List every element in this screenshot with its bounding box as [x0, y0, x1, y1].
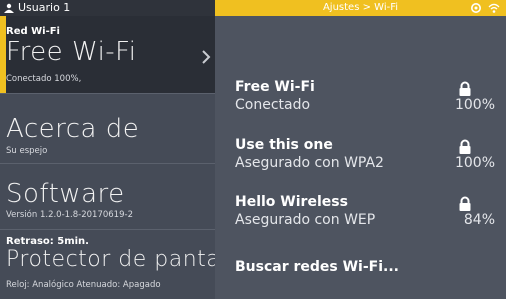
sidebar-item-subtitle: Conectado 100%, — [6, 74, 82, 84]
header-bar: Ajustes > Wi-Fi — [215, 0, 506, 16]
network-status: Asegurado con WEP — [235, 212, 376, 228]
network-name: Free Wi-Fi — [235, 79, 315, 95]
wifi-panel: Ajustes > Wi-Fi Free Wi-Fi Conectado 100… — [215, 0, 506, 299]
network-status: Conectado — [235, 97, 311, 113]
scan-networks-button[interactable]: Buscar redes Wi-Fi... — [235, 259, 399, 275]
sidebar-item-software[interactable]: Software Versión 1.2.0-1.8-20170619-2 — [0, 164, 215, 230]
user-icon — [4, 3, 14, 13]
signal-strength: 100% — [454, 155, 495, 171]
user-name: Usuario 1 — [18, 1, 71, 14]
sidebar-item-screensaver[interactable]: Retraso: 5min. Protector de pantalla Rel… — [0, 230, 247, 299]
sidebar-item-wifi[interactable]: Red Wi-Fi Free Wi-Fi Conectado 100%, — [0, 16, 215, 94]
sidebar-item-subtitle: Su espejo — [6, 146, 48, 156]
sidebar-item-top-label: Retraso: 5min. — [6, 236, 89, 247]
sidebar: Usuario 1 Red Wi-Fi Free Wi-Fi Conectado… — [0, 0, 247, 299]
wifi-icon[interactable] — [488, 2, 500, 14]
signal-strength: 84% — [463, 212, 495, 228]
sidebar-item-top-label: Red Wi-Fi — [6, 26, 60, 37]
network-name: Use this one — [235, 137, 333, 153]
user-bar[interactable]: Usuario 1 — [0, 0, 215, 16]
breadcrumb: Ajustes > Wi-Fi — [322, 2, 399, 13]
network-name: Hello Wireless — [235, 194, 348, 210]
network-status: Asegurado con WPA2 — [235, 155, 384, 171]
lock-icon — [459, 139, 471, 154]
chevron-right-icon — [202, 50, 211, 64]
signal-strength: 100% — [454, 97, 495, 113]
sidebar-item-subtitle: Versión 1.2.0-1.8-20170619-2 — [6, 210, 133, 220]
network-item[interactable]: Use this one Asegurado con WPA2 100% — [235, 137, 495, 177]
lock-icon — [459, 81, 471, 96]
settings-screen: Usuario 1 Red Wi-Fi Free Wi-Fi Conectado… — [0, 0, 506, 299]
sidebar-item-title: Free Wi-Fi — [6, 37, 137, 67]
sidebar-item-title: Software — [6, 179, 125, 209]
lock-icon — [459, 196, 471, 211]
sidebar-item-title: Protector de pantalla — [6, 247, 248, 272]
settings-icon[interactable] — [470, 2, 482, 14]
network-item[interactable]: Hello Wireless Asegurado con WEP 84% — [235, 194, 495, 234]
sidebar-item-about[interactable]: Acerca de Su espejo — [0, 94, 215, 164]
network-item[interactable]: Free Wi-Fi Conectado 100% — [235, 79, 495, 119]
sidebar-item-title: Acerca de — [6, 114, 140, 144]
sidebar-item-subtitle: Reloj: Analógico Atenuado: Apagado — [6, 280, 161, 290]
